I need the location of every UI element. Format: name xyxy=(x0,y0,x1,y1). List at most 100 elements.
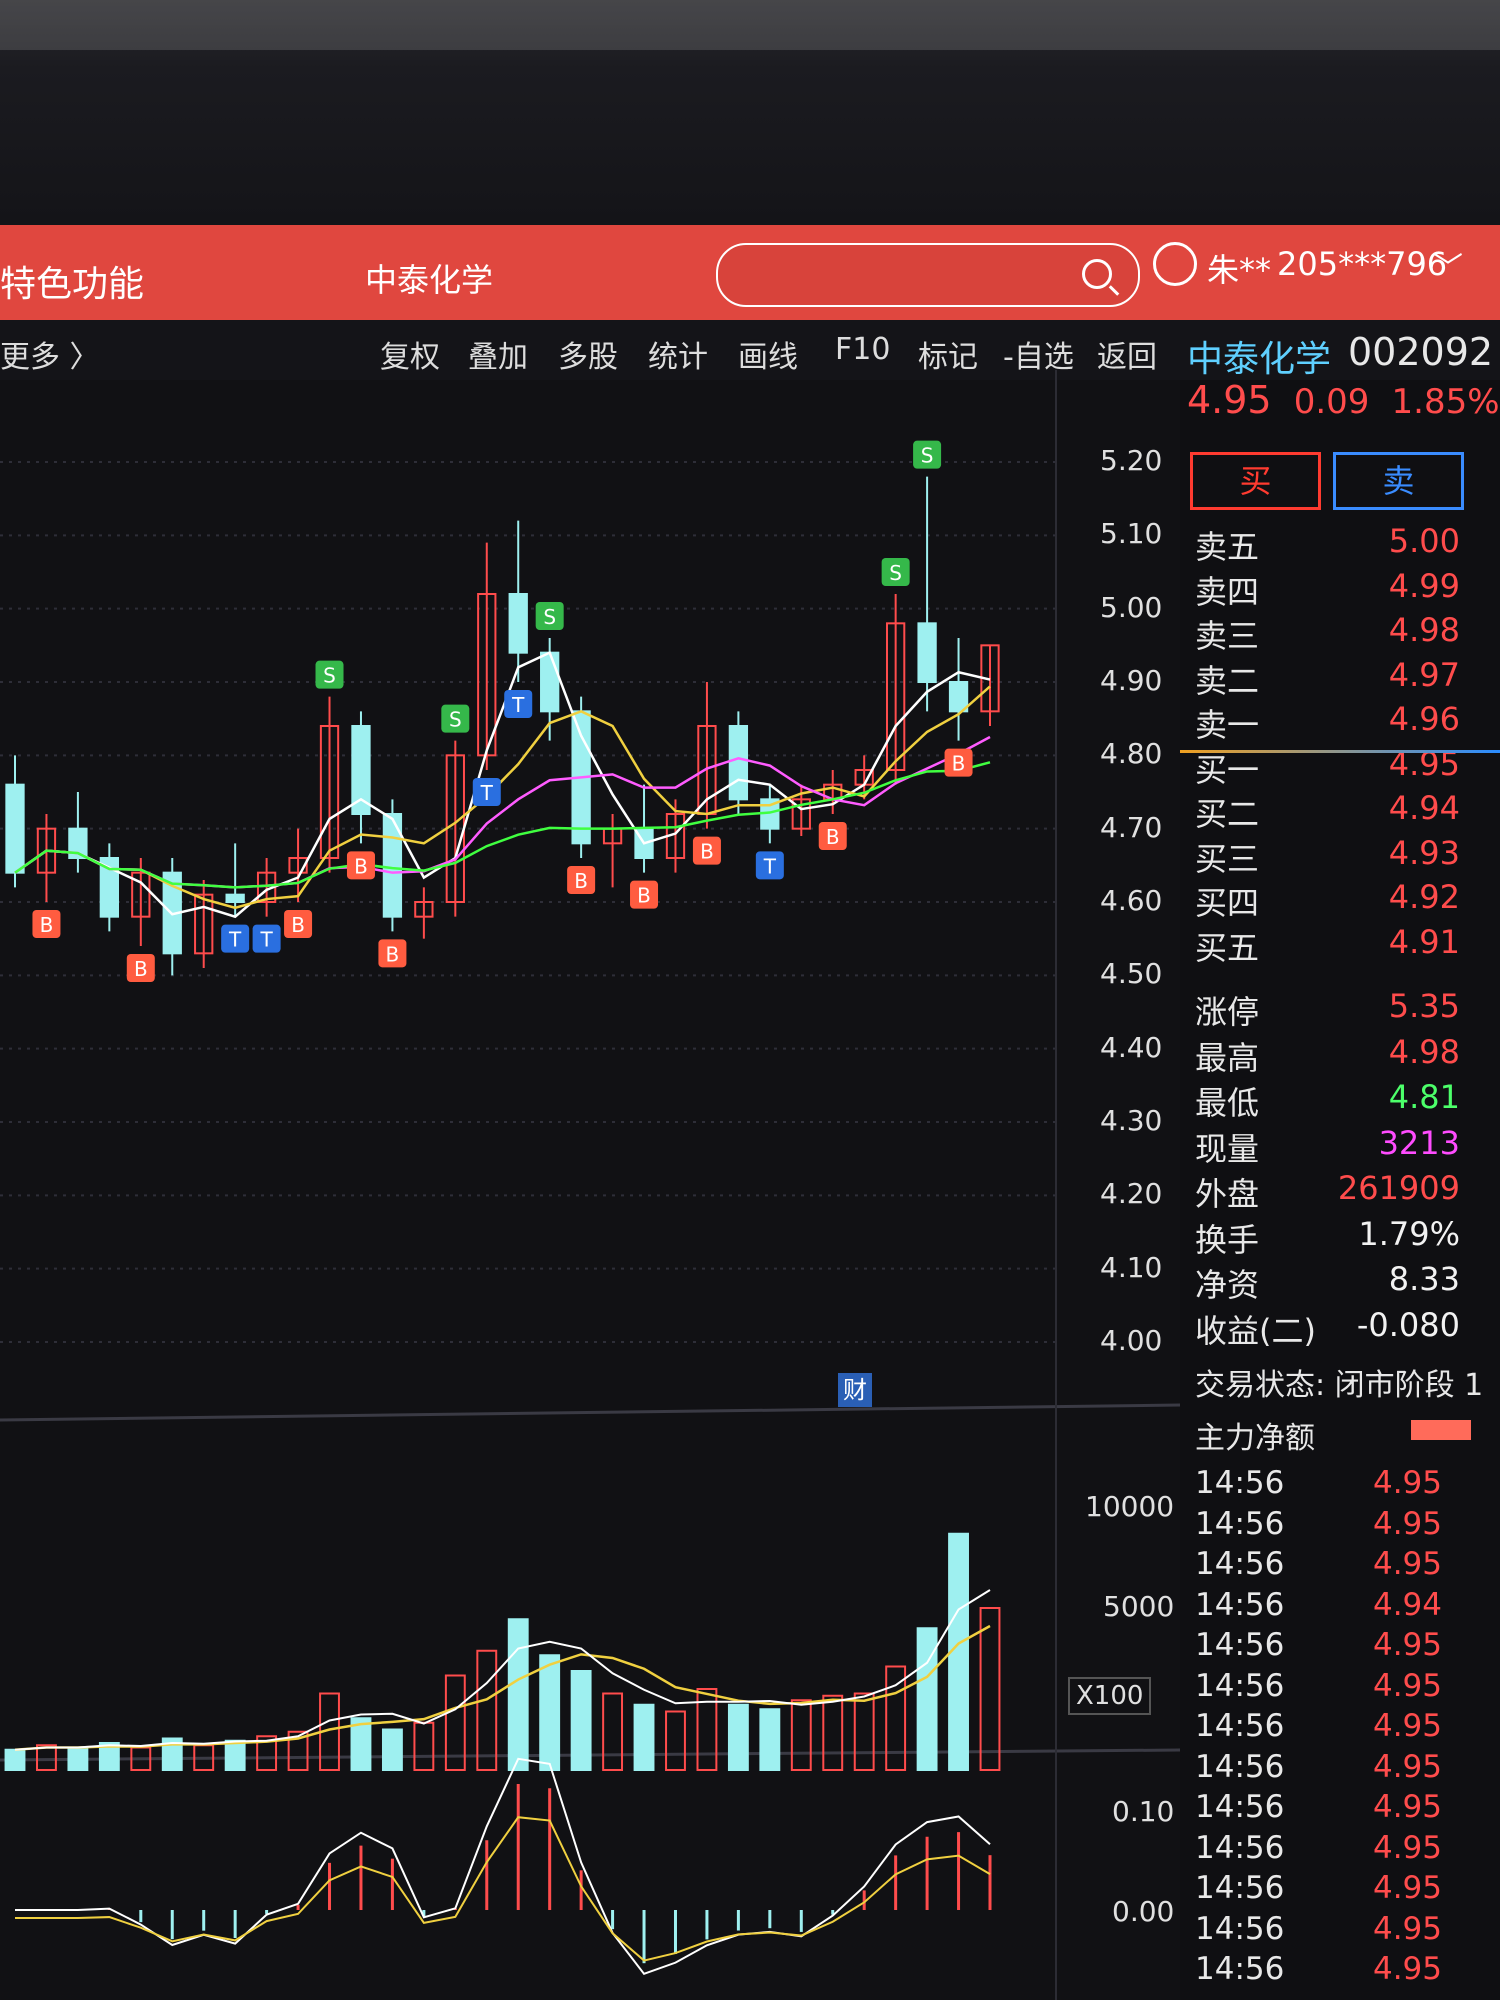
kline-chart[interactable]: BBT TBSBBSTTSBBBTBSSB xyxy=(0,0,1180,2000)
stat-row: 涨停 5.35 xyxy=(1195,987,1500,1031)
price-axis-label: 4.70 xyxy=(1100,810,1163,844)
orderbook-divider xyxy=(1180,750,1500,753)
signal-label: S xyxy=(921,444,934,468)
trade-row: 14:56 4.95 xyxy=(1195,1668,1500,1709)
volume-bar xyxy=(665,1710,686,1771)
orderbook-row[interactable]: 买三 4.93 xyxy=(1195,834,1500,878)
price-axis-label: 4.90 xyxy=(1100,664,1163,697)
orderbook-label: 卖二 xyxy=(1195,661,1260,700)
candle-body xyxy=(540,651,560,713)
signal-label: T xyxy=(763,854,777,878)
trade-row: 14:56 4.95 xyxy=(1195,1708,1500,1749)
stat-value: 4.98 xyxy=(1388,1032,1460,1071)
trade-row: 14:56 4.95 xyxy=(1195,1749,1500,1790)
price-axis-label: 4.20 xyxy=(1100,1177,1163,1211)
account-number[interactable]: 205***796 xyxy=(1277,245,1447,283)
stat-value: -0.080 xyxy=(1356,1305,1460,1344)
price-change: 0.09 xyxy=(1293,382,1370,422)
main-flow-label[interactable]: 主力净额 xyxy=(1195,1413,1315,1457)
signal-marker-T: T xyxy=(755,851,784,880)
signal-marker-B: B xyxy=(944,748,973,777)
signal-marker-S: S xyxy=(441,704,470,733)
signal-marker-B: B xyxy=(692,836,721,865)
quote-price: 4.95 0.09 1.85% xyxy=(1187,378,1500,422)
orderbook-row[interactable]: 买五 4.91 xyxy=(1195,923,1500,967)
volume-bar xyxy=(570,1670,592,1771)
trade-time: 14:56 xyxy=(1195,1546,1285,1582)
price-axis-label: 4.80 xyxy=(1100,737,1163,771)
user-name[interactable]: 朱** xyxy=(1207,245,1271,291)
trading-status: 交易状态: 闭市阶段 1 xyxy=(1195,1368,1484,1403)
orderbook-price: 4.98 xyxy=(1388,611,1460,649)
signal-marker-B: B xyxy=(346,851,375,880)
signal-label: S xyxy=(543,605,556,629)
signal-label: T xyxy=(260,928,274,952)
candle-body xyxy=(728,725,749,801)
volume-bar xyxy=(539,1654,561,1771)
stat-row: 最低 4.81 xyxy=(1195,1078,1500,1122)
volume-bar xyxy=(507,1618,529,1771)
signal-label: B xyxy=(952,752,966,776)
trade-price: 4.95 xyxy=(1372,1951,1442,1987)
trade-row: 14:56 4.94 xyxy=(1195,1587,1500,1628)
volume-bar xyxy=(885,1665,907,1771)
stat-label: 现量 xyxy=(1195,1129,1260,1168)
price-axis-label: 4.60 xyxy=(1100,884,1163,917)
indicator-line xyxy=(15,1816,991,1962)
volume-bar xyxy=(224,1739,246,1771)
orderbook-row[interactable]: 卖三 4.98 xyxy=(1195,611,1500,655)
signal-marker-S: S xyxy=(913,440,942,469)
stat-label: 涨停 xyxy=(1195,993,1260,1031)
signal-marker-S: S xyxy=(535,602,564,630)
stat-value: 1.79% xyxy=(1358,1214,1460,1253)
orderbook-price: 4.99 xyxy=(1388,566,1460,605)
price-axis-label: 4.50 xyxy=(1100,957,1163,991)
orderbook-row[interactable]: 卖五 5.00 xyxy=(1195,522,1500,566)
trade-price: 4.94 xyxy=(1372,1586,1442,1623)
signal-label: T xyxy=(480,781,494,805)
signal-label: S xyxy=(889,561,902,585)
orderbook-label: 卖五 xyxy=(1195,528,1260,566)
trade-price: 4.95 xyxy=(1372,1748,1442,1785)
signal-marker-B: B xyxy=(126,954,155,982)
volume-average-line xyxy=(14,1624,991,1751)
volume-bar xyxy=(4,1748,26,1771)
signal-label: B xyxy=(354,854,368,878)
orderbook-row[interactable]: 卖四 4.99 xyxy=(1195,567,1500,611)
trade-row: 14:56 4.95 xyxy=(1195,1627,1500,1668)
stat-label: 换手 xyxy=(1195,1220,1260,1259)
signal-label: B xyxy=(574,869,588,893)
price-axis-label: 4.40 xyxy=(1100,1030,1163,1064)
candle-body xyxy=(5,783,25,874)
signal-marker-T: T xyxy=(221,924,250,953)
stat-label: 净资 xyxy=(1195,1266,1260,1304)
signal-marker-B: B xyxy=(630,880,659,909)
stat-row: 外盘 261909 xyxy=(1195,1169,1500,1213)
orderbook-label: 卖一 xyxy=(1195,706,1260,744)
orderbook-price: 4.96 xyxy=(1388,700,1460,738)
candle-body xyxy=(225,893,245,904)
last-price: 4.95 xyxy=(1187,378,1272,422)
orderbook-row[interactable]: 买二 4.94 xyxy=(1195,789,1500,833)
orderbook-row[interactable]: 卖二 4.97 xyxy=(1195,656,1500,700)
trade-price: 4.95 xyxy=(1372,1505,1442,1542)
orderbook-row[interactable]: 卖一 4.96 xyxy=(1195,700,1500,744)
stat-value: 8.33 xyxy=(1388,1260,1460,1298)
orderbook-row[interactable]: 买四 4.92 xyxy=(1195,878,1500,922)
orderbook-price: 4.91 xyxy=(1388,922,1460,961)
stat-value: 261909 xyxy=(1337,1169,1460,1207)
signal-label: B xyxy=(826,825,840,849)
volume-average-line xyxy=(14,1589,991,1751)
buy-button[interactable]: 买 xyxy=(1190,452,1321,510)
chevron-down-icon[interactable]: ﹀ xyxy=(1433,243,1463,287)
trade-time: 14:56 xyxy=(1195,1789,1285,1825)
volume-bar xyxy=(413,1721,435,1771)
finance-marker[interactable]: 财 xyxy=(838,1373,872,1407)
trade-price: 4.95 xyxy=(1372,1465,1442,1501)
stat-label: 最高 xyxy=(1195,1038,1260,1077)
volume-bar xyxy=(381,1728,403,1771)
sell-button[interactable]: 卖 xyxy=(1333,452,1464,510)
trade-row: 14:56 4.95 xyxy=(1195,1911,1500,1952)
trade-time: 14:56 xyxy=(1195,1829,1285,1866)
trade-time: 14:56 xyxy=(1195,1465,1285,1501)
